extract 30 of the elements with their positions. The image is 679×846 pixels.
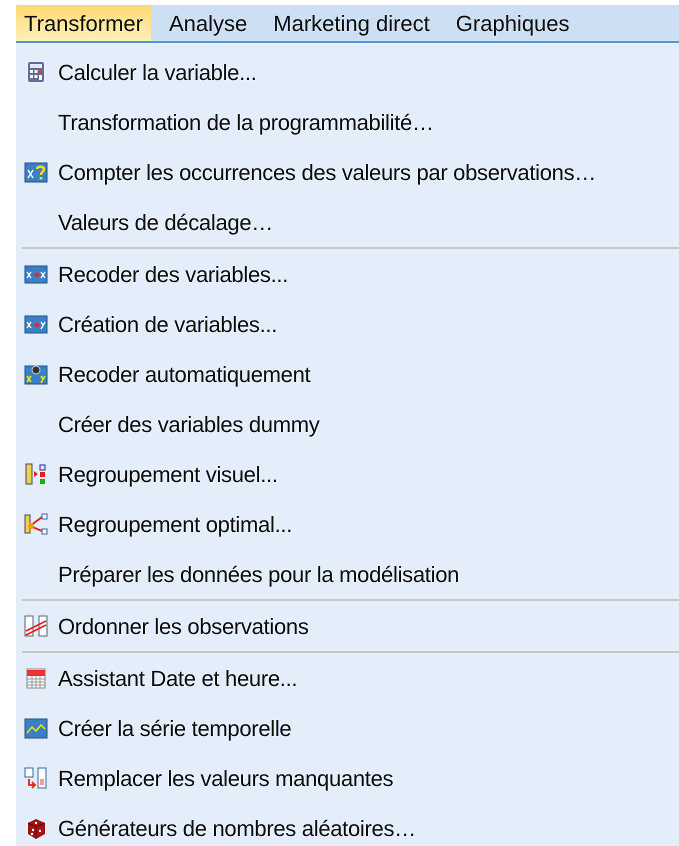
menu-item[interactable]: Regroupement optimal... bbox=[16, 499, 679, 549]
menu-item[interactable]: Création de variables... bbox=[16, 299, 679, 349]
menu-item[interactable]: Ordonner les observations bbox=[16, 601, 679, 651]
menu-bar-item[interactable]: Transformer bbox=[16, 5, 151, 41]
menu-item[interactable]: Valeurs de décalage… bbox=[16, 197, 679, 247]
variable-question-icon bbox=[24, 161, 48, 183]
replace-values-icon bbox=[24, 767, 48, 789]
menu-item[interactable]: Créer des variables dummy bbox=[16, 399, 679, 449]
menu-bar-item[interactable]: Analyse bbox=[160, 5, 256, 41]
menu-item[interactable]: Recoder des variables... bbox=[16, 249, 679, 299]
menu-bar-item[interactable]: Marketing direct bbox=[265, 5, 438, 41]
branch-bins-icon bbox=[24, 513, 48, 535]
menu-item[interactable]: Assistant Date et heure... bbox=[16, 653, 679, 703]
menu-item[interactable]: Remplacer les valeurs manquantes bbox=[16, 753, 679, 803]
menu-item[interactable]: Préparer les données pour la modélisation bbox=[16, 549, 679, 599]
gear-variable-icon bbox=[24, 363, 48, 385]
menu-item[interactable]: Recoder automatiquement bbox=[16, 349, 679, 399]
menu-item[interactable]: Compter les occurrences des valeurs par observations… bbox=[16, 147, 679, 197]
recode-variable-icon bbox=[24, 263, 48, 285]
create-variable-icon bbox=[24, 313, 48, 335]
menu-item[interactable]: Regroupement visuel... bbox=[16, 449, 679, 499]
sort-columns-icon bbox=[24, 615, 48, 637]
menu-item[interactable]: Créer la série temporelle bbox=[16, 703, 679, 753]
calendar-icon bbox=[24, 667, 48, 689]
menu-item[interactable]: Générateurs de nombres aléatoires… bbox=[16, 803, 679, 846]
ruler-bins-icon bbox=[24, 463, 48, 485]
menu-item[interactable]: Calculer la variable... bbox=[16, 47, 679, 97]
menu-bar-item[interactable]: Graphiques bbox=[448, 5, 578, 41]
line-chart-icon bbox=[24, 717, 48, 739]
menu-item[interactable]: Transformation de la programmabilité… bbox=[16, 97, 679, 147]
